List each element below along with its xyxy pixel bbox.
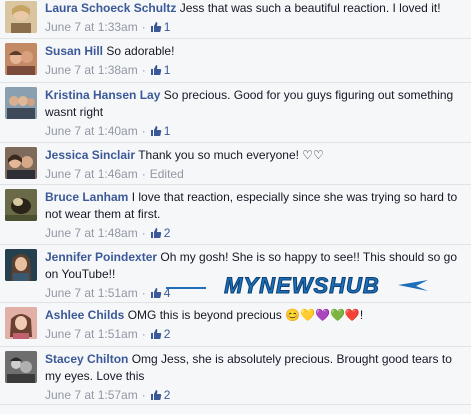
like-count[interactable]: 1 bbox=[150, 20, 171, 34]
comment-item: Laura Schoeck Schultz Jess that was such… bbox=[0, 0, 471, 38]
comment-meta: June 7 at 1:46am · Edited bbox=[45, 167, 184, 181]
comment-text: OMG this is beyond precious bbox=[127, 308, 282, 322]
commenter-name[interactable]: Jennifer Poindexter bbox=[45, 250, 157, 264]
comment-text: So adorable! bbox=[106, 44, 175, 58]
comment-timestamp[interactable]: June 7 at 1:33am bbox=[45, 20, 138, 34]
commenter-name[interactable]: Bruce Lanham bbox=[45, 190, 128, 204]
comment-timestamp[interactable]: June 7 at 1:48am bbox=[45, 226, 138, 240]
like-count[interactable]: 2 bbox=[150, 226, 171, 240]
comment-item: Bruce Lanham I love that reaction, espec… bbox=[0, 184, 471, 244]
watermark-text: MYNEWSHUB bbox=[224, 273, 380, 298]
commenter-name[interactable]: Susan Hill bbox=[45, 44, 103, 58]
comment-timestamp[interactable]: June 7 at 1:57am bbox=[45, 388, 138, 402]
like-count-number: 2 bbox=[163, 226, 171, 240]
commenter-name[interactable]: Ashlee Childs bbox=[45, 308, 124, 322]
comment-meta: June 7 at 1:33am · 1 bbox=[45, 20, 171, 34]
comment-text: Jess that was such a beautiful reaction.… bbox=[179, 1, 441, 15]
avatar[interactable] bbox=[5, 189, 37, 221]
commenter-name[interactable]: Stacey Chilton bbox=[45, 352, 128, 366]
comment-item-partial bbox=[0, 404, 471, 414]
like-count[interactable]: 1 bbox=[150, 124, 171, 138]
comment-timestamp[interactable]: June 7 at 1:38am bbox=[45, 63, 138, 77]
avatar[interactable] bbox=[5, 351, 37, 383]
edited-label[interactable]: Edited bbox=[150, 167, 184, 181]
comment-item: Stacey Chilton Omg Jess, she is absolute… bbox=[0, 346, 471, 404]
comment-item: Jessica Sinclair Thank you so much every… bbox=[0, 142, 471, 184]
comment-timestamp[interactable]: June 7 at 1:51am bbox=[45, 286, 138, 300]
commenter-name[interactable]: Jessica Sinclair bbox=[45, 148, 135, 162]
avatar[interactable] bbox=[5, 147, 37, 179]
commenter-name[interactable]: Kristina Hansen Lay bbox=[45, 88, 160, 102]
like-count-number: 2 bbox=[163, 327, 171, 341]
like-count[interactable]: 2 bbox=[150, 388, 171, 402]
comment-text-end: ! bbox=[359, 308, 364, 322]
like-count-number: 1 bbox=[163, 124, 171, 138]
comment-meta: June 7 at 1:48am · 2 bbox=[45, 226, 171, 240]
comment-meta: June 7 at 1:51am · 2 bbox=[45, 327, 171, 341]
watermark-logo: MYNEWSHUB bbox=[166, 272, 432, 298]
like-count-number: 1 bbox=[163, 63, 171, 77]
like-count[interactable]: 1 bbox=[150, 63, 171, 77]
thumbs-up-icon bbox=[150, 65, 161, 75]
comment-item: Ashlee Childs OMG this is beyond preciou… bbox=[0, 302, 471, 346]
comment-meta: June 7 at 1:40am · 1 bbox=[45, 124, 171, 138]
avatar[interactable] bbox=[5, 307, 37, 339]
avatar[interactable] bbox=[5, 249, 37, 281]
like-count[interactable]: 2 bbox=[150, 327, 171, 341]
comment-timestamp[interactable]: June 7 at 1:46am bbox=[45, 167, 138, 181]
comment-meta: June 7 at 1:57am · 2 bbox=[45, 388, 171, 402]
avatar[interactable] bbox=[5, 43, 37, 75]
avatar[interactable] bbox=[5, 1, 37, 33]
emoji-hearts: 😊💛💜💚❤️ bbox=[285, 308, 360, 322]
thumbs-up-icon bbox=[150, 22, 161, 32]
comment-text: Thank you so much everyone! ♡♡ bbox=[138, 148, 324, 162]
commenter-name[interactable]: Laura Schoeck Schultz bbox=[45, 1, 176, 15]
comment-item: Kristina Hansen Lay So precious. Good fo… bbox=[0, 82, 471, 142]
comment-item: Susan Hill So adorable! June 7 at 1:38am… bbox=[0, 38, 471, 82]
avatar[interactable] bbox=[5, 87, 37, 119]
comment-timestamp[interactable]: June 7 at 1:40am bbox=[45, 124, 138, 138]
like-count-number: 1 bbox=[163, 20, 171, 34]
thumbs-up-icon bbox=[150, 390, 161, 400]
thumbs-up-icon bbox=[150, 126, 161, 136]
thumbs-up-icon bbox=[150, 288, 161, 298]
comment-meta: June 7 at 1:38am · 1 bbox=[45, 63, 171, 77]
like-count-number: 2 bbox=[163, 388, 171, 402]
thumbs-up-icon bbox=[150, 228, 161, 238]
thumbs-up-icon bbox=[150, 329, 161, 339]
comment-timestamp[interactable]: June 7 at 1:51am bbox=[45, 327, 138, 341]
